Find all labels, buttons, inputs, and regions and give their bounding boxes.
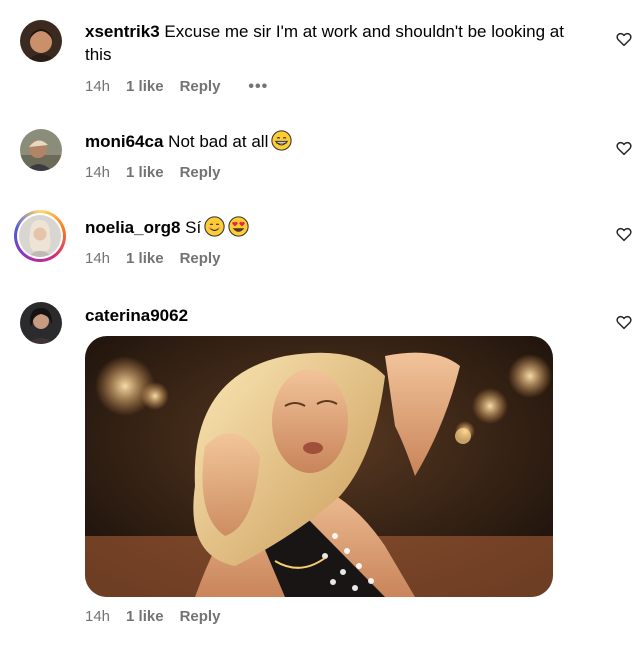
comment-meta: 14h 1 like Reply: [85, 250, 220, 267]
like-count[interactable]: 1 like: [126, 78, 164, 95]
avatar[interactable]: [19, 215, 61, 257]
reply-button[interactable]: Reply: [180, 78, 221, 95]
grinning-face-emoji: [271, 130, 293, 151]
more-options-icon[interactable]: •••: [248, 78, 268, 94]
username[interactable]: moni64ca: [85, 132, 163, 151]
timestamp[interactable]: 14h: [85, 250, 110, 267]
timestamp[interactable]: 14h: [85, 164, 110, 181]
comment-xsentrik3: xsentrik3 Excuse me sir I'm at work and …: [0, 0, 634, 110]
reply-button[interactable]: Reply: [180, 164, 221, 181]
like-count[interactable]: 1 like: [126, 608, 164, 625]
story-ring[interactable]: [14, 210, 66, 262]
username[interactable]: noelia_org8: [85, 218, 180, 237]
heart-outline-icon[interactable]: [615, 225, 633, 243]
gif-attachment[interactable]: [85, 336, 553, 597]
avatar[interactable]: [20, 20, 62, 62]
username[interactable]: xsentrik3: [85, 22, 160, 41]
comment-text: moni64ca Not bad at all: [85, 130, 595, 153]
smiling-face-emoji: [204, 216, 225, 237]
avatar[interactable]: [20, 302, 62, 344]
avatar[interactable]: [20, 129, 62, 171]
like-count[interactable]: 1 like: [126, 250, 164, 267]
timestamp[interactable]: 14h: [85, 78, 110, 95]
heart-eyes-emoji: [228, 216, 249, 237]
comment-meta: 14h 1 like Reply: [85, 164, 220, 181]
username[interactable]: caterina9062: [85, 306, 188, 325]
comment-body: Sí: [185, 218, 202, 237]
comment-meta: 14h 1 like Reply •••: [85, 78, 268, 95]
comment-moni64ca: moni64ca Not bad at all 14h 1 like Reply: [0, 110, 634, 196]
timestamp[interactable]: 14h: [85, 608, 110, 625]
comment-text: noelia_org8 Sí: [85, 216, 595, 239]
comment-noelia-org8: noelia_org8 Sí 14h 1 like Reply: [0, 196, 634, 282]
comment-meta: 14h 1 like Reply: [85, 608, 220, 625]
reply-button[interactable]: Reply: [180, 608, 221, 625]
heart-outline-icon[interactable]: [615, 30, 633, 48]
comment-text: xsentrik3 Excuse me sir I'm at work and …: [85, 20, 595, 66]
comment-body: Not bad at all: [168, 132, 269, 151]
like-count[interactable]: 1 like: [126, 164, 164, 181]
reply-button[interactable]: Reply: [180, 250, 221, 267]
heart-outline-icon[interactable]: [615, 313, 633, 331]
heart-outline-icon[interactable]: [615, 139, 633, 157]
comment-text: caterina9062: [85, 304, 595, 327]
